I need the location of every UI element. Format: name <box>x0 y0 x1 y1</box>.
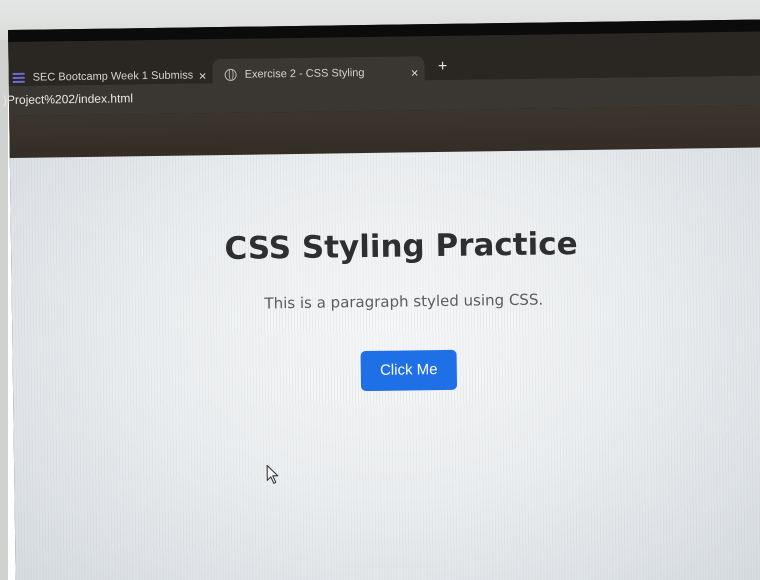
globe-icon <box>224 68 237 81</box>
page-paragraph: This is a paragraph styled using CSS. <box>264 290 544 313</box>
tab-title: SEC Bootcamp Week 1 Submiss <box>32 69 193 84</box>
photo-frame: SEC Bootcamp Week 1 Submiss × Exercise 2… <box>0 0 760 580</box>
tab-title: Exercise 2 - CSS Styling <box>244 67 365 81</box>
page-viewport: CSS Styling Practice This is a paragraph… <box>9 147 760 580</box>
new-tab-button[interactable]: + <box>432 58 452 80</box>
click-me-button[interactable]: Click Me <box>360 349 458 392</box>
close-icon[interactable]: × <box>405 65 425 80</box>
background-edge <box>0 40 8 580</box>
mouse-pointer-icon <box>266 464 279 484</box>
close-icon[interactable]: × <box>193 68 213 83</box>
monitor-screen: SEC Bootcamp Week 1 Submiss × Exercise 2… <box>3 19 760 580</box>
form-icon <box>12 72 25 83</box>
url-text[interactable]: )Project%202/index.html <box>3 91 133 107</box>
page-title: CSS Styling Practice <box>224 226 578 267</box>
